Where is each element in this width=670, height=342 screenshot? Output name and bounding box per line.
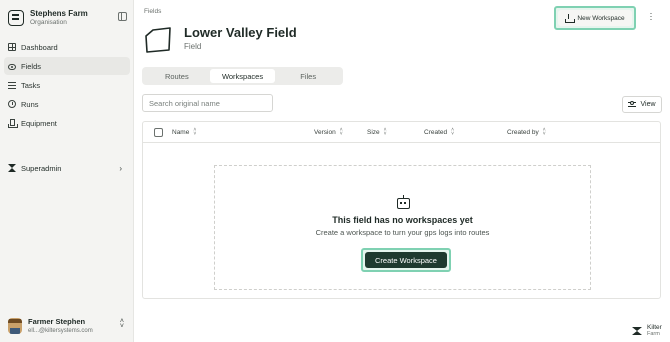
user-email: ell...@kiltersystems.com <box>28 327 93 334</box>
sort-icon: ˄ ˅ <box>383 127 387 137</box>
column-header-label: Size <box>367 128 380 136</box>
user-name: Farmer Stephen <box>28 317 86 327</box>
sort-icon: ˄ ˅ <box>451 127 455 137</box>
dashboard-icon <box>8 43 16 51</box>
column-header-created[interactable]: Created ˄ ˅ <box>424 127 455 137</box>
more-options-icon[interactable]: · · · <box>648 9 654 24</box>
sidebar-item-label: Runs <box>21 99 39 109</box>
brand: Kilter Farm <box>632 324 662 337</box>
chevron-up-down-icon: ˄ ˅ <box>119 318 124 330</box>
sidebar-item-label: Equipment <box>21 118 57 128</box>
sidebar-item-label: Fields <box>21 61 42 71</box>
empty-state: This field has no workspaces yet Create … <box>214 165 591 290</box>
organisation-subtitle: Organisation <box>30 18 67 26</box>
column-header-name[interactable]: Name ˄ ˅ <box>172 127 197 137</box>
brand-sub: Farm <box>647 330 660 337</box>
tab-routes[interactable]: Routes <box>144 69 210 83</box>
new-workspace-label: New Workspace <box>577 14 625 22</box>
create-workspace-button-label: Create Workspace <box>365 252 447 268</box>
sidebar-item-dashboard[interactable]: Dashboard <box>4 38 130 56</box>
page-title: Lower Valley Field <box>184 25 297 40</box>
sidebar-item-superadmin[interactable]: Superadmin › <box>4 160 130 176</box>
view-button[interactable]: View <box>622 96 662 113</box>
sidebar-item-label: Dashboard <box>21 42 58 52</box>
page-subtitle: Field <box>184 42 202 51</box>
kilter-logo-icon <box>632 326 643 336</box>
robot-icon <box>397 195 410 209</box>
table-header: Name ˄ ˅ Version ˄ ˅ Size ˄ ˅ Created ˄ ˅ Cr… <box>143 122 660 143</box>
column-header-label: Created <box>424 128 448 136</box>
runs-icon <box>8 100 16 108</box>
empty-state-subtitle: Create a workspace to turn your gps logs… <box>315 228 490 237</box>
brand-text: Kilter Farm <box>647 324 662 337</box>
empty-state-title: This field has no workspaces yet <box>332 215 473 225</box>
sidebar-item-label: Tasks <box>21 80 41 90</box>
column-header-version[interactable]: Version ˄ ˅ <box>314 127 343 137</box>
user-menu[interactable]: Farmer Stephen ell...@kiltersystems.com … <box>8 315 130 337</box>
new-workspace-button[interactable]: New Workspace <box>554 6 636 30</box>
sidebar-item-tasks[interactable]: Tasks <box>4 76 130 94</box>
equipment-icon <box>8 119 18 128</box>
sidebar-item-equipment[interactable]: Equipment <box>4 114 130 132</box>
sliders-icon <box>628 101 637 108</box>
superadmin-label: Superadmin <box>21 163 62 173</box>
sidebar-item-runs[interactable]: Runs <box>4 95 130 113</box>
fields-icon <box>8 63 16 70</box>
workspace-icon <box>565 14 576 23</box>
select-all-checkbox[interactable] <box>154 128 163 137</box>
breadcrumb[interactable]: Fields <box>144 8 161 15</box>
sidebar: Stephens Farm Organisation Dashboard Fie… <box>0 0 134 342</box>
avatar <box>8 318 22 334</box>
sort-icon: ˄ ˅ <box>542 127 546 137</box>
hourglass-icon <box>8 164 16 172</box>
sidebar-item-fields[interactable]: Fields <box>4 57 130 75</box>
field-outline-icon <box>145 27 171 53</box>
user-text: Farmer Stephen ell...@kiltersystems.com <box>28 318 93 334</box>
chevron-right-icon: › <box>119 164 122 173</box>
sort-icon: ˄ ˅ <box>339 127 343 137</box>
create-workspace-button[interactable]: Create Workspace <box>361 248 451 272</box>
sort-icon: ˄ ˅ <box>193 127 197 137</box>
search-input[interactable] <box>142 94 273 112</box>
view-button-label: View <box>640 101 656 108</box>
column-header-size[interactable]: Size ˄ ˅ <box>367 127 387 137</box>
tab-workspaces[interactable]: Workspaces <box>209 69 276 83</box>
sidebar-nav: Dashboard Fields Tasks Runs Equipment <box>4 38 130 133</box>
sidebar-collapse-icon[interactable] <box>118 12 127 21</box>
workspaces-table: Name ˄ ˅ Version ˄ ˅ Size ˄ ˅ Created ˄ ˅ Cr… <box>142 121 661 299</box>
column-header-label: Created by <box>507 128 539 136</box>
organisation-switcher[interactable]: Stephens Farm Organisation <box>8 8 128 28</box>
column-header-label: Version <box>314 128 336 136</box>
column-header-created-by[interactable]: Created by ˄ ˅ <box>507 127 546 137</box>
tab-files[interactable]: Files <box>275 69 341 83</box>
organisation-logo-icon <box>8 10 24 26</box>
organisation-name: Stephens Farm <box>30 8 88 18</box>
organisation-text: Stephens Farm Organisation <box>30 8 88 27</box>
tasks-icon <box>8 81 16 89</box>
tab-bar: Routes Workspaces Files <box>142 67 343 85</box>
column-header-label: Name <box>172 128 190 136</box>
new-workspace-button-inner: New Workspace <box>558 10 632 26</box>
